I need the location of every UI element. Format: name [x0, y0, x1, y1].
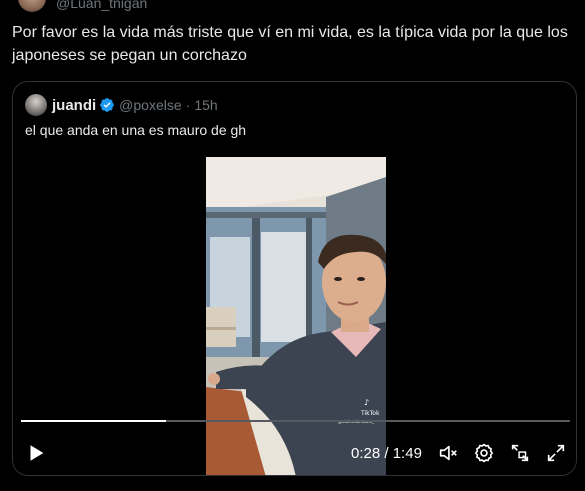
quoted-tweet-header: juandi @poxelse · 15h: [25, 94, 218, 116]
video-player[interactable]: ♪ TikTok @stalendomauro_ 0:28 / 1:49: [13, 148, 576, 475]
svg-text:♪: ♪: [364, 398, 369, 407]
settings-gear-icon[interactable]: [473, 442, 495, 464]
tiktok-watermark: TikTok: [360, 410, 380, 417]
avatar[interactable]: [18, 0, 46, 12]
separator-dot: ·: [185, 97, 191, 113]
quoted-tweet-text: el que anda en una es mauro de gh: [25, 122, 247, 138]
avatar[interactable]: [25, 94, 47, 116]
top-author-row: @Luan_tnigan: [18, 0, 147, 12]
video-frame[interactable]: ♪ TikTok @stalendomauro_: [206, 157, 386, 475]
time-current: 0:28: [351, 445, 381, 462]
tweet-text: Por favor es la vida más triste que ví e…: [12, 24, 568, 64]
time-separator: /: [380, 445, 393, 462]
play-icon[interactable]: [25, 442, 47, 464]
quoted-author-handle[interactable]: @poxelse: [119, 97, 181, 113]
quoted-author-name[interactable]: juandi: [52, 97, 96, 114]
picture-in-picture-icon[interactable]: [509, 442, 531, 464]
time-total: 1:49: [392, 445, 422, 462]
video-controls: 0:28 / 1:49: [13, 436, 576, 470]
video-progress-fill: [21, 420, 167, 422]
verified-badge-icon: [100, 98, 115, 112]
fullscreen-icon[interactable]: [545, 442, 567, 464]
quoted-timestamp[interactable]: 15h: [194, 97, 217, 113]
video-progress-bar[interactable]: [21, 420, 570, 422]
quoted-tweet-card[interactable]: juandi @poxelse · 15h el que anda en una…: [12, 81, 577, 476]
mute-icon[interactable]: [437, 442, 459, 464]
video-time-readout: 0:28 / 1:49: [351, 445, 422, 462]
video-still-image: ♪ TikTok @stalendomauro_: [206, 157, 386, 475]
author-handle[interactable]: @Luan_tnigan: [56, 0, 147, 11]
